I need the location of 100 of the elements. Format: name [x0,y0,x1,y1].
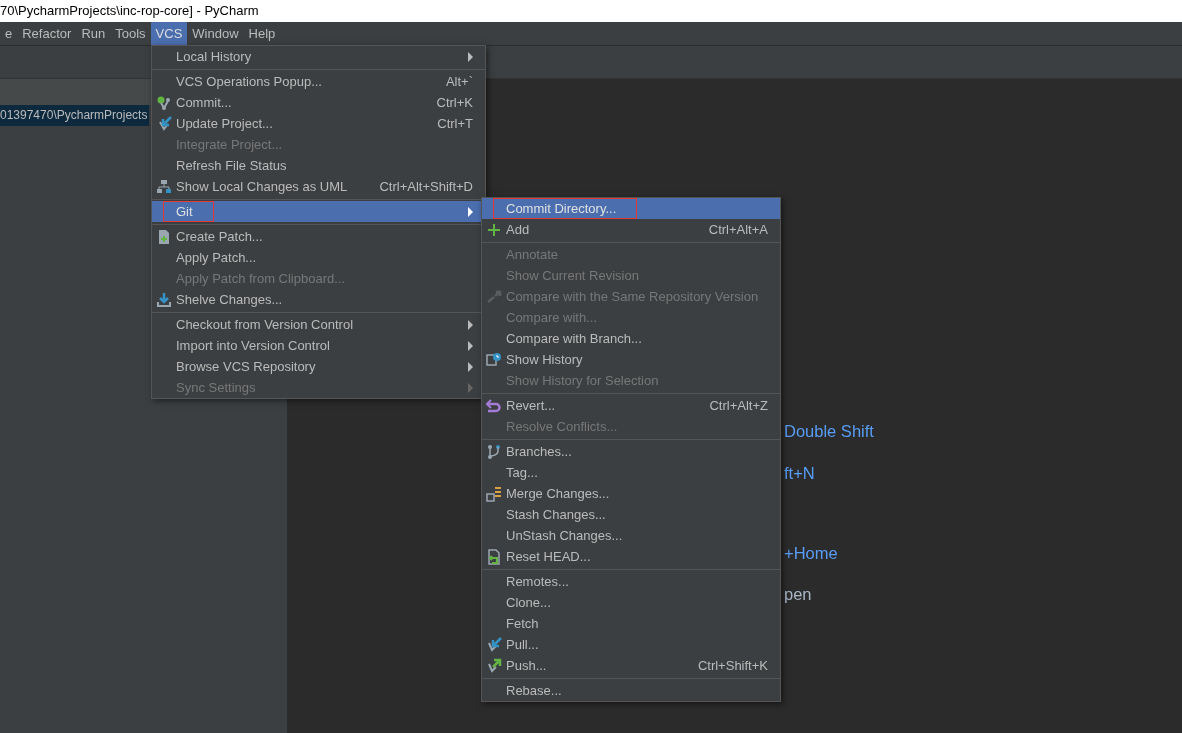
shortcut-hint: Double Shift [784,421,874,441]
menu-item[interactable]: Reset HEAD... [482,546,780,567]
file-plus-icon [156,229,172,245]
menu-item-label: Show History for Selection [506,372,659,389]
menu-item-label: Import into Version Control [176,337,330,354]
menu-item-label: Browse VCS Repository [176,358,316,375]
menu-item[interactable]: Pull... [482,634,780,655]
menu-item[interactable]: Local History [152,46,485,67]
arrows-icon [486,289,502,305]
branch-icon [486,444,502,460]
menu-item[interactable]: Stash Changes... [482,504,780,525]
menu-item[interactable]: Commit Directory... [482,198,780,219]
hint-text: pen [784,584,812,604]
shortcut-label: Ctrl+Alt+Shift+D [379,179,473,194]
download-icon [156,292,172,308]
menu-item-label: Local History [176,48,252,65]
shortcut-label: Ctrl+Alt+A [708,222,768,237]
menu-item[interactable]: Revert... Ctrl+Alt+Z [482,395,780,416]
menu-item[interactable]: Tag... [482,462,780,483]
clock-window-icon [486,352,502,368]
menu-item-label: Shelve Changes... [176,291,283,308]
menu-item-label: Push... [506,657,547,674]
menu-item[interactable]: Merge Changes... [482,483,780,504]
merge-icon [486,486,502,502]
menu-item-label: Commit... [176,94,232,111]
menu-item-label: Branches... [506,443,572,460]
menu-bar-item[interactable]: Refactor [17,22,77,45]
menu-bar-item[interactable]: Tools [110,22,151,45]
project-path[interactable]: 01397470\PycharmProjects [0,105,150,126]
menu-item-label: Show Local Changes as UML [176,178,348,195]
shortcut-label: Ctrl+T [437,116,473,131]
menu-item[interactable]: Rebase... [482,680,780,701]
menu-item-label: Sync Settings [176,379,256,396]
window-title: 70\PycharmProjects\inc-rop-core] - PyCharm [0,0,1182,22]
menu-item[interactable]: Commit... Ctrl+K [152,92,485,113]
menu-item-label: VCS Operations Popup... [176,73,322,90]
menu-item[interactable]: Clone... [482,592,780,613]
menu-item-label: Show History [506,351,583,368]
menu-bar-item[interactable]: Help [243,22,281,45]
menu-item[interactable]: Branches... [482,441,780,462]
menu-item-label: Clone... [506,594,551,611]
file-arrow-icon [486,549,502,565]
menu-item-label: Add [506,221,530,238]
menu-item-label: Apply Patch... [176,249,257,266]
shortcut-label: Ctrl+Shift+K [697,658,768,673]
menu-item[interactable]: Show Local Changes as UML Ctrl+Alt+Shift+D [152,176,485,197]
menu-item-label: Refresh File Status [176,157,287,174]
menu-bar-item[interactable]: VCS [150,22,188,45]
menu-item-label: Rebase... [506,682,562,699]
undo-arrow-icon [486,398,502,414]
highlight-frame: Commit Directory... [494,199,637,218]
shortcut-hint: +Home [784,543,838,563]
menu-item[interactable]: Compare with Branch... [482,328,780,349]
menu-item-label: Compare with Branch... [506,330,642,347]
menu-item[interactable]: UnStash Changes... [482,525,780,546]
diagram-icon [156,179,172,195]
highlight-frame: Git [164,202,213,221]
menu-item[interactable]: Browse VCS Repository [152,356,485,377]
menu-item[interactable]: Add Ctrl+Alt+A [482,219,780,240]
menu-item-label: Update Project... [176,115,273,132]
menu-bar-item[interactable]: e [0,22,18,45]
menu-item-label: Remotes... [506,573,569,590]
menu-item-label: Tag... [506,464,538,481]
shortcut-label: Ctrl+K [436,95,473,110]
commit-icon [156,95,172,111]
menu-item-label: Compare with the Same Repository Version [506,288,759,305]
arrow-icon [486,637,502,653]
menu-item-label: Pull... [506,636,539,653]
menu-item-label: Create Patch... [176,228,263,245]
menu-item[interactable]: Fetch [482,613,780,634]
menu-item-label: Merge Changes... [506,485,610,502]
menu-item[interactable]: Import into Version Control [152,335,485,356]
shortcut-hint: ft+N [784,463,815,483]
menu-bar-item[interactable]: Window [187,22,244,45]
menu-item-label: Revert... [506,397,556,414]
menu-bar-item[interactable]: Run [76,22,111,45]
menu-item[interactable]: Push... Ctrl+Shift+K [482,655,780,676]
menu-item[interactable]: Remotes... [482,571,780,592]
menu-item[interactable]: Show History [482,349,780,370]
menu-item-label: Stash Changes... [506,506,606,523]
menu-item[interactable]: Apply Patch... [152,247,485,268]
arrow-icon [486,658,502,674]
menu-item-label: Resolve Conflicts... [506,418,618,435]
menu-item-label: Checkout from Version Control [176,316,354,333]
menu-item[interactable]: Checkout from Version Control [152,314,485,335]
menu-item[interactable]: Shelve Changes... [152,289,485,310]
shortcut-label: Alt+` [445,74,473,89]
menu-item-label: Integrate Project... [176,136,283,153]
menu-item[interactable]: VCS Operations Popup... Alt+` [152,71,485,92]
menu-item-label: Reset HEAD... [506,548,591,565]
menu-item[interactable]: Refresh File Status [152,155,485,176]
arrow-icon [156,116,172,132]
menu-item-label: Annotate [506,246,559,263]
menu-item-label: Show Current Revision [506,267,639,284]
menu-item-label: UnStash Changes... [506,527,623,544]
menu-item-label: Compare with... [506,309,598,326]
shortcut-label: Ctrl+Alt+Z [709,398,768,413]
menu-item[interactable]: Create Patch... [152,226,485,247]
menu-item-label: Apply Patch from Clipboard... [176,270,346,287]
menu-item[interactable]: Update Project... Ctrl+T [152,113,485,134]
